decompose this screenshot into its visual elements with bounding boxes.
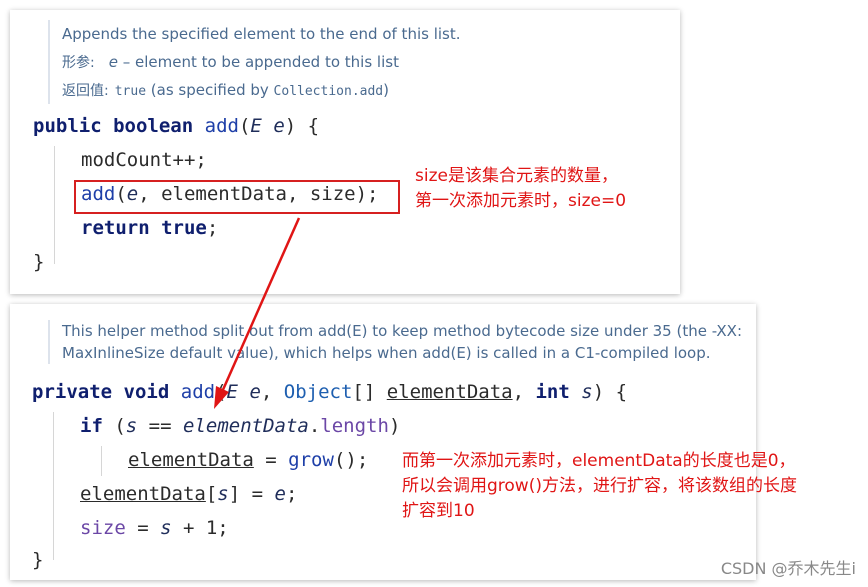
arrow-line (220, 217, 301, 393)
arrow-connector (214, 217, 301, 409)
watermark: CSDN @乔木先生i (720, 559, 856, 578)
arrow-head (214, 386, 229, 409)
